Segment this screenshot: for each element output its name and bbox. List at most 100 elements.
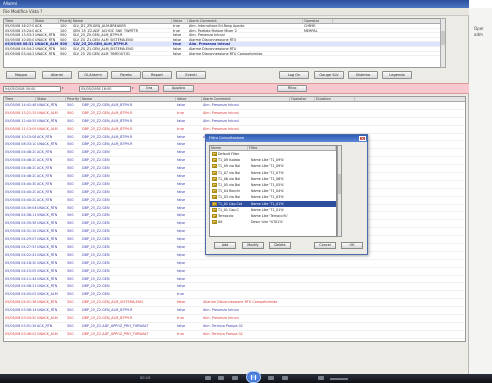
column-header[interactable]: Alarm Comment [202,97,290,101]
table-cell: 500 [67,134,74,139]
table-cell: 05/05/08 04:08:21 [5,284,36,289]
filtro-button[interactable]: Filtro [277,85,307,92]
filter-icon [212,213,217,218]
column-header[interactable]: Name [81,97,176,101]
applica-button[interactable]: Applica [163,85,194,92]
scrollbar-thumb[interactable] [338,174,341,194]
table-cell: 500 [67,142,74,147]
table-row[interactable]: 05/05/08 04:05:02 UNACK_ALM 500 DBP_25_Z2.G… [4,291,465,300]
table-row[interactable]: 05/05/08 04:15:09 UNACK_RTN 500 DBP_25_Z2.G… [4,268,465,276]
legenda-button[interactable]: Legenda [382,71,412,79]
table-row[interactable]: 05/05/08 04:08:21 UNACK_RTN 500 DBP_25_Z2.G… [4,283,465,292]
ok-button[interactable]: OK [341,242,363,249]
log-on-button[interactable]: Log On [279,71,309,79]
table-row[interactable]: 05/05/08 11:13:09 UNACK_ALM 500 DBP_25_Z2.G… [4,126,465,134]
pareto-button[interactable]: Pareto [111,71,141,79]
ora-button[interactable]: Ora [139,85,159,92]
gl-allarmi-button[interactable]: Gl.Allarmi [78,71,108,79]
table-row[interactable]: 05/05/08 12:44:55 UNACK_RTN 500 DBP_25_Z2.G… [4,118,465,126]
menu-items[interactable]: File Modifica Vista ? [0,9,42,14]
filter-name: T1_09 Isolato [218,158,240,163]
table-cell: 05/05/08 04:01:38 [5,300,36,305]
column-header[interactable]: Name [72,19,172,23]
table-cell: UNACK_ALM [37,316,58,321]
table-cell: Allarme Disconnessione RTU Campoformido [203,300,278,305]
column-header[interactable]: Operator [303,19,333,23]
table-cell: UNACK_RTN [37,103,58,107]
filter-list-item[interactable]: Alt Descr Like '%T01%' [210,219,336,225]
delete-filter-button[interactable]: Delete [269,242,291,249]
filter-list-scrollbar[interactable] [337,145,342,237]
table-row[interactable]: 05/05/08 14:41:48 UNACK_RTN 500 DBP_25_Z2.G… [4,102,465,110]
filter-icon [212,207,217,212]
top-table-scrollbar[interactable] [440,18,446,68]
table-row[interactable]: 05/05/08 04:18:30 UNACK_RTN 500 DBP_25_Z2.G… [4,260,465,268]
table-row[interactable]: 05/05/08 03:48:02 UNACK_ALM 500 DBP_25_Z2.A… [4,331,465,339]
filter-expression: Name Like 'T1_01%' [251,201,285,206]
table-cell: 05/05/08 04:22:41 [5,252,36,257]
next-icon[interactable] [282,376,288,380]
cancel-button[interactable]: Cancel [314,242,336,249]
table-row[interactable]: 05/05/08 03:44:21 UNACK_RTN 500 SLV_25_Z0.G… [4,52,442,57]
stop-icon[interactable] [205,376,211,380]
rewind-icon[interactable] [232,376,238,380]
filter-list[interactable]: Nome Filtro Default Filter T1_09 Isolato N… [209,145,337,237]
allarmi-button[interactable]: Allarmi [42,71,72,79]
sistema-button[interactable]: Sistema [348,71,378,79]
mute-icon[interactable] [318,376,324,380]
column-header[interactable]: Alarm Comment [188,19,303,23]
table-row[interactable]: 05/05/08 04:01:38 UNACK_RTN 500 DBP_25_Z2.G… [4,299,465,308]
table-cell [303,47,333,51]
column-header[interactable]: Priority [59,19,72,23]
column-header[interactable]: Stato [34,19,59,23]
table-cell: ACK [35,24,42,28]
report-button[interactable]: Report [142,71,172,79]
table-cell: false [177,323,186,328]
table-row[interactable]: 05/05/08 03:58:14 UNACK_RTN 500 DBP_25_Z2.G… [4,307,465,316]
table-row[interactable]: 05/05/08 03:51:26 ACK_RTN 500 DBP_25_Z2.ADF… [4,323,465,331]
column-header[interactable]: Priority [66,97,81,101]
to-date-dropdown-icon[interactable]: ▾ [132,86,136,91]
from-date-input[interactable]: 04/05/2008 00:00 [3,85,61,92]
eventi-button[interactable]: Eventi [176,71,206,79]
table-row[interactable]: 05/05/08 03:54:50 UNACK_ALM 500 DBP_25_Z2.G… [4,315,465,323]
fast-forward-icon[interactable] [268,376,274,380]
table-cell [290,307,315,314]
table-cell [290,331,315,338]
mappa-button[interactable]: Mappa [6,71,36,79]
table-cell: 05/05/08 03:44:21 [5,51,34,56]
table-cell [202,260,290,267]
table-cell: DBP_25_Z2.GEN [82,229,110,234]
table-row[interactable]: 05/05/08 04:11:44 UNACK_RTN 500 DBP_25_Z2.G… [4,276,465,284]
table-cell: UNACK_RTN [37,118,58,123]
to-date-input[interactable]: 05/05/2008 16:00 [79,85,131,92]
table-cell: true [173,42,182,46]
column-header[interactable]: Duration [315,97,355,101]
table-cell: DBP_25_Z2.GEN_ALM_BTPH.R [82,316,133,321]
scrollbar-thumb[interactable] [441,31,445,45]
modify-filter-button[interactable]: Modify [242,242,264,249]
pause-icon[interactable] [246,371,261,383]
column-header[interactable]: Time [4,97,36,101]
column-header[interactable]: Operator [290,97,315,101]
table-cell: false [173,46,182,51]
table-row[interactable]: 05/05/08 13:21:25 UNACK_ALM 500 DBP_25_Z2.G… [4,110,465,118]
previous-icon[interactable] [218,376,224,380]
table-cell: Alm. Presenza Intrusi [203,308,239,313]
filter-name: T1_03 via Bol [218,195,241,200]
gauge-slv-button[interactable]: Gauge SLV [314,71,344,79]
column-header[interactable]: Stato [36,97,66,101]
table-cell: DBP_25_Z2.GEN [82,221,110,226]
column-header[interactable]: Value [172,19,188,23]
column-header[interactable]: Value [176,97,202,101]
table-cell: 500 [60,33,67,37]
table-cell [290,291,315,298]
add-filter-button[interactable]: Add [214,242,236,249]
table-cell: UNACK_RTN [37,276,58,281]
table-cell: UNACK_RTN [37,229,58,234]
table-cell: 500 [67,245,74,250]
from-date-dropdown-icon[interactable]: ▾ [62,86,66,91]
volume-slider[interactable] [330,378,348,380]
column-header[interactable]: Time [4,19,34,23]
close-icon[interactable]: × [359,136,366,141]
